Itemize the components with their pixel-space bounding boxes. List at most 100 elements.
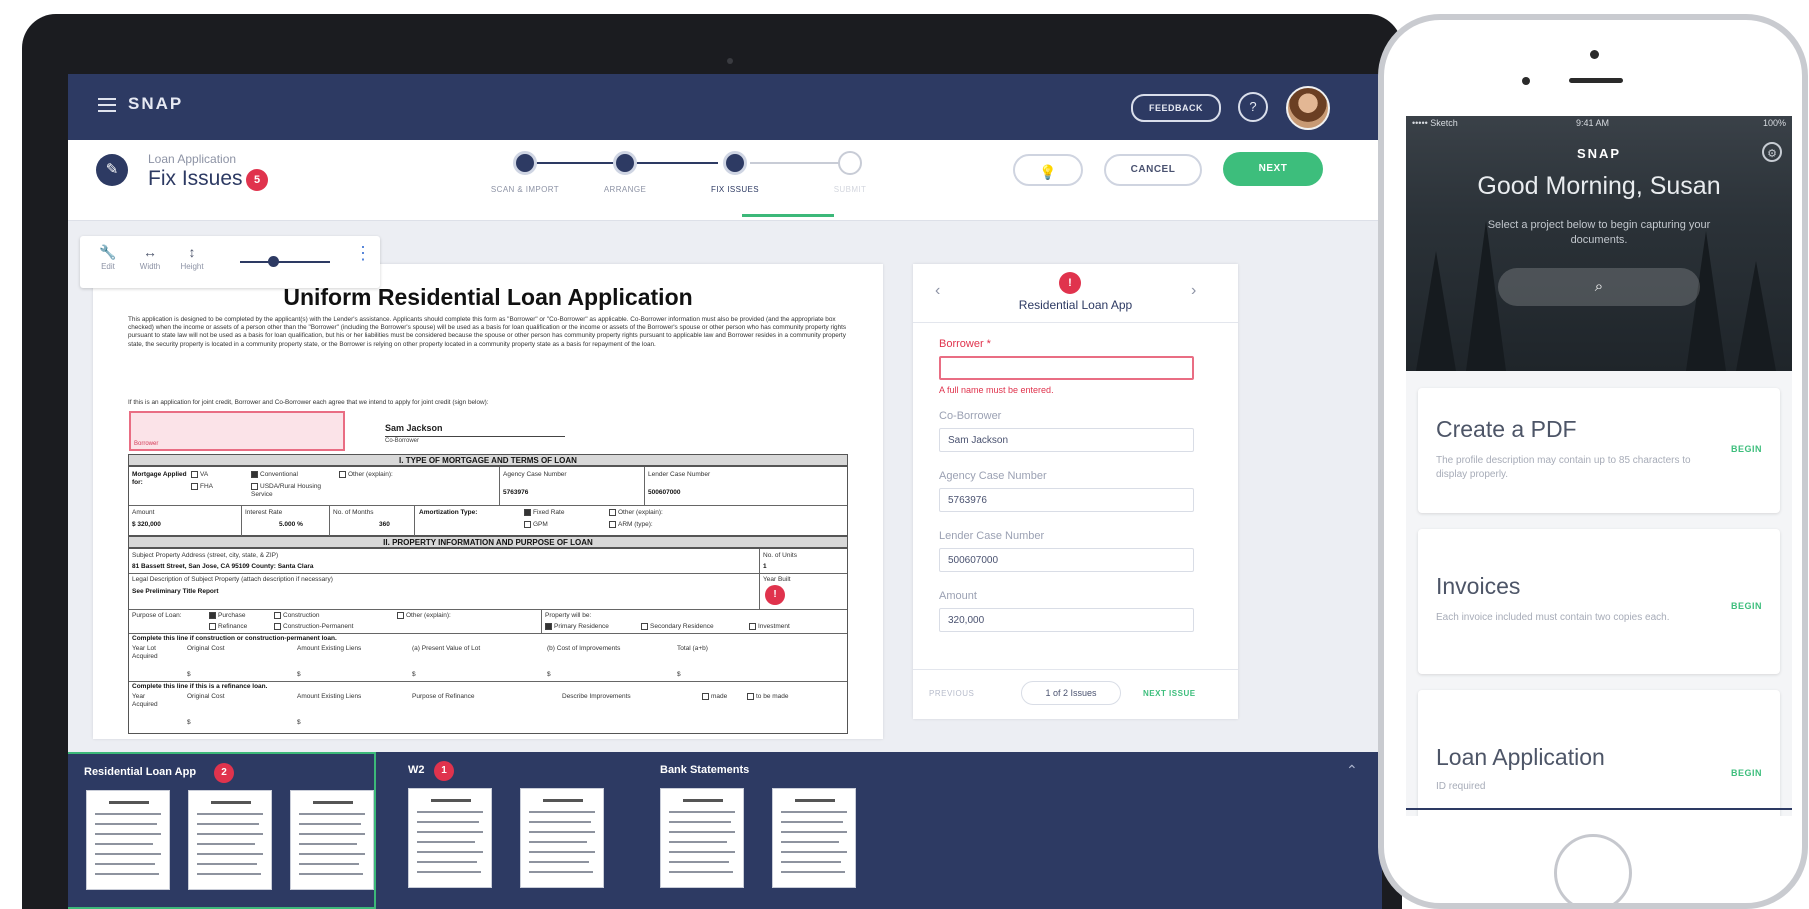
page-thumbnail[interactable] bbox=[520, 788, 604, 888]
amort-other-option[interactable]: Other (explain): bbox=[609, 509, 663, 517]
purpose-construction-perm-option[interactable]: Construction-Permanent bbox=[274, 623, 353, 631]
step-label: FIX ISSUES bbox=[710, 185, 759, 194]
next-issue-button[interactable]: NEXT ISSUE bbox=[1143, 689, 1196, 698]
begin-button[interactable]: BEGIN bbox=[1731, 601, 1762, 611]
amort-fixed-option[interactable]: Fixed Rate bbox=[524, 509, 564, 517]
begin-button[interactable]: BEGIN bbox=[1731, 768, 1762, 778]
option-conventional[interactable]: Conventional bbox=[251, 471, 298, 479]
group-label: Bank Statements bbox=[660, 764, 750, 776]
project-card[interactable]: Loan Application ID required BEGIN bbox=[1418, 690, 1780, 816]
page-thumbnail[interactable] bbox=[86, 790, 170, 890]
step-fix-issues[interactable]: FIX ISSUES bbox=[680, 146, 790, 194]
option-fha[interactable]: FHA bbox=[191, 483, 213, 491]
purpose-refinance-option[interactable]: Refinance bbox=[209, 623, 247, 631]
issues-panel: ‹ ! › Residential Loan App Borrower * A … bbox=[913, 264, 1238, 719]
page-thumbnail[interactable] bbox=[188, 790, 272, 890]
begin-button[interactable]: BEGIN bbox=[1731, 444, 1762, 454]
dollar-sign: $ bbox=[677, 671, 681, 678]
help-icon[interactable]: ? bbox=[1238, 92, 1268, 122]
divider bbox=[913, 669, 1238, 670]
grid-divider bbox=[329, 505, 330, 537]
col-original-cost: Original Cost bbox=[187, 645, 225, 652]
zoom-slider[interactable] bbox=[240, 261, 330, 263]
issue-marker[interactable]: ! bbox=[765, 585, 785, 605]
subject-address-label: Subject Property Address (street, city, … bbox=[132, 552, 279, 559]
feedback-button[interactable]: FEEDBACK bbox=[1131, 94, 1221, 122]
amount-label: Amount bbox=[132, 509, 155, 516]
option-usda[interactable]: USDA/Rural Housing Service bbox=[251, 483, 331, 499]
borrower-error-message: A full name must be entered. bbox=[939, 385, 1054, 395]
months-value: 360 bbox=[379, 521, 390, 528]
grid-divider bbox=[414, 505, 415, 537]
signature-line bbox=[385, 436, 565, 437]
app-brand: SNAP bbox=[128, 94, 184, 113]
project-card[interactable]: Invoices Each invoice included must cont… bbox=[1418, 529, 1780, 674]
step-scan-import[interactable]: SCAN & IMPORT bbox=[470, 146, 580, 194]
settings-icon[interactable]: ⚙ bbox=[1762, 142, 1782, 162]
home-button[interactable] bbox=[1554, 834, 1632, 903]
col-purpose-refi: Purpose of Refinance bbox=[412, 693, 475, 700]
purpose-construction-option[interactable]: Construction bbox=[274, 612, 320, 620]
step-arrange[interactable]: ARRANGE bbox=[570, 146, 680, 194]
more-options-icon[interactable]: ⋮ bbox=[354, 244, 372, 262]
group-label: W2 bbox=[408, 764, 425, 776]
group-bank-statements[interactable]: Bank Statements bbox=[638, 752, 868, 909]
height-tool[interactable]: ↕ Height bbox=[174, 244, 210, 271]
secondary-residence-option[interactable]: Secondary Residence bbox=[641, 623, 714, 631]
group-residential-loan-app[interactable]: Residential Loan App 2 bbox=[68, 752, 376, 909]
previous-issue-button[interactable]: PREVIOUS bbox=[929, 689, 974, 698]
borrower-signature-field[interactable]: Borrower bbox=[129, 411, 345, 451]
subject-address-value: 81 Bassett Street, San Jose, CA 95109 Co… bbox=[132, 563, 314, 570]
amort-arm-option[interactable]: ARM (type): bbox=[609, 521, 653, 529]
coborrower-input[interactable]: Sam Jackson bbox=[939, 428, 1194, 452]
col-present-value: (a) Present Value of Lot bbox=[412, 645, 481, 652]
amount-value: $ 320,000 bbox=[132, 521, 161, 528]
step-future-icon bbox=[838, 151, 862, 175]
investment-option[interactable]: Investment bbox=[749, 623, 790, 631]
improvements-made-option[interactable]: made bbox=[702, 693, 727, 701]
page-thumbnail[interactable] bbox=[772, 788, 856, 888]
menu-icon[interactable] bbox=[98, 98, 116, 112]
agency-case-number-input[interactable]: 5763976 bbox=[939, 488, 1194, 512]
step-active-icon bbox=[723, 151, 747, 175]
step-done-icon bbox=[613, 151, 637, 175]
next-button[interactable]: NEXT bbox=[1223, 152, 1323, 186]
col-improvements: (b) Cost of Improvements bbox=[547, 645, 621, 652]
mortgage-terms-grid: Mortgage Applied for: VA FHA Conventiona… bbox=[128, 466, 848, 537]
search-icon[interactable]: ⌕ bbox=[1498, 268, 1700, 306]
amount-input[interactable]: 320,000 bbox=[939, 608, 1194, 632]
borrower-input[interactable] bbox=[939, 356, 1194, 380]
option-va[interactable]: VA bbox=[191, 471, 208, 479]
grid-divider bbox=[129, 573, 847, 574]
issue-counter: 1 of 2 Issues bbox=[1021, 681, 1121, 705]
legal-description-label: Legal Description of Subject Property (a… bbox=[132, 576, 333, 583]
lightbulb-icon[interactable]: 💡 bbox=[1013, 154, 1083, 186]
chevron-up-icon[interactable]: ⌃ bbox=[1346, 762, 1358, 779]
option-other[interactable]: Other (explain): bbox=[339, 471, 393, 479]
width-tool[interactable]: ↔ Width bbox=[132, 244, 168, 271]
edit-tool[interactable]: 🔧 Edit bbox=[90, 244, 126, 271]
step-label: ARRANGE bbox=[603, 185, 647, 194]
amount-label: Amount bbox=[939, 590, 977, 602]
property-info-grid: Subject Property Address (street, city, … bbox=[128, 548, 848, 734]
page-thumbnail[interactable] bbox=[408, 788, 492, 888]
zoom-slider-handle[interactable] bbox=[268, 256, 279, 267]
purpose-purchase-option[interactable]: Purchase bbox=[209, 612, 245, 620]
purpose-other-option[interactable]: Other (explain): bbox=[397, 612, 451, 620]
improvements-to-be-made-option[interactable]: to be made bbox=[747, 693, 789, 701]
project-card[interactable]: Create a PDF The profile description may… bbox=[1418, 388, 1780, 513]
primary-residence-option[interactable]: Primary Residence bbox=[545, 623, 609, 631]
page-thumbnail[interactable] bbox=[290, 790, 374, 890]
group-issue-badge: 1 bbox=[434, 761, 454, 781]
lender-case-number-input[interactable]: 500607000 bbox=[939, 548, 1194, 572]
step-submit[interactable]: SUBMIT bbox=[795, 146, 905, 194]
document-tray: Residential Loan App 2 W2 1 Bank Stateme… bbox=[68, 752, 1382, 909]
cancel-button[interactable]: CANCEL bbox=[1104, 154, 1202, 186]
avatar[interactable] bbox=[1286, 86, 1330, 130]
group-label: Residential Loan App bbox=[84, 766, 197, 778]
lender-case-label: Lender Case Number bbox=[648, 471, 711, 478]
page-thumbnail[interactable] bbox=[660, 788, 744, 888]
amort-gpm-option[interactable]: GPM bbox=[524, 521, 548, 529]
group-w2[interactable]: W2 1 bbox=[386, 752, 616, 909]
coborrower-signature: Sam Jackson bbox=[385, 423, 443, 433]
